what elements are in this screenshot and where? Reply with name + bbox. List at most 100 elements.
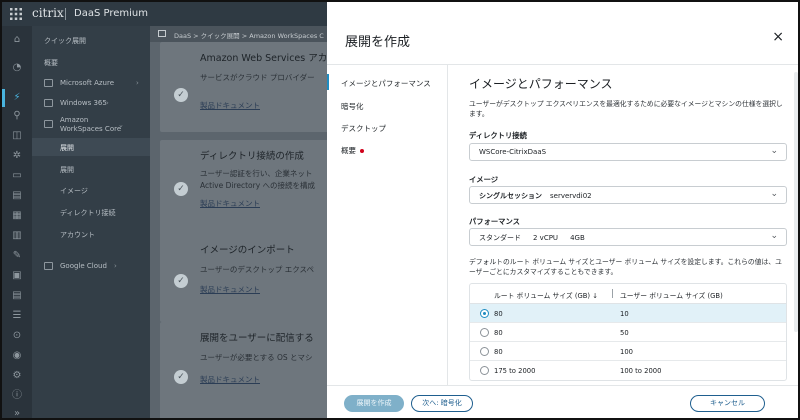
- help-icon[interactable]: ◉: [11, 350, 23, 362]
- modal-footer-divider: [327, 385, 798, 386]
- column-user-volume[interactable]: ユーザー ボリューム サイズ (GB): [620, 290, 723, 300]
- nav-aws-line2[interactable]: WorkSpaces Core: [60, 125, 121, 133]
- breadcrumb-text: DaaS > クイック展開 > Amazon WorkSpaces C: [174, 32, 324, 40]
- root-size-cell: 80: [494, 348, 503, 356]
- app-grid-icon[interactable]: [10, 8, 22, 20]
- chevron-right-icon: ›: [114, 262, 117, 270]
- directory-select[interactable]: WSCore-CitrixDaaS ⌄: [469, 143, 787, 161]
- nav-aws-line1[interactable]: Amazon: [60, 116, 88, 124]
- required-dot-icon: [360, 149, 364, 153]
- perf-tier: スタンダード: [479, 234, 521, 242]
- image-type: シングルセッション: [479, 192, 542, 200]
- home-icon[interactable]: ⌂: [11, 34, 23, 46]
- row-radio[interactable]: [480, 309, 489, 318]
- column-root-volume[interactable]: ルート ボリューム サイズ (GB) ↓: [494, 290, 598, 300]
- step-image-performance[interactable]: イメージとパフォーマンス: [341, 78, 431, 89]
- cancel-button[interactable]: キャンセル: [690, 395, 765, 412]
- google-cloud-icon: [44, 262, 53, 270]
- table-row[interactable]: 175 to 2000 100 to 2000: [470, 361, 786, 380]
- table-header: ルート ボリューム サイズ (GB) ↓ ユーザー ボリューム サイズ (GB): [470, 284, 786, 304]
- rail-active-indicator: [2, 89, 5, 107]
- apps-icon[interactable]: ▦: [11, 210, 23, 222]
- row-radio[interactable]: [480, 347, 489, 356]
- machines-icon[interactable]: ▭: [11, 170, 23, 182]
- check-icon: ✓: [174, 370, 188, 384]
- row-radio[interactable]: [480, 328, 489, 337]
- card-doc-link[interactable]: 製品ドキュメント: [200, 284, 260, 295]
- gear-icon[interactable]: ⚙: [11, 370, 23, 382]
- panel-icon: [158, 30, 166, 37]
- table-row[interactable]: 80 50: [470, 323, 786, 342]
- chevron-down-icon: ⌄: [770, 189, 778, 199]
- storage-icon[interactable]: ▤: [11, 290, 23, 302]
- card-image-import: ✓ イメージのインポート ユーザーのデスクトップ エクスペ 製品ドキュメント: [160, 234, 335, 322]
- monitor-icon[interactable]: ◫: [11, 130, 23, 142]
- active-step-indicator: [327, 74, 329, 90]
- row-radio[interactable]: [480, 366, 489, 375]
- image-value: servervdi02: [550, 192, 592, 200]
- directory-value: WSCore-CitrixDaaS: [479, 148, 547, 156]
- modal-title: 展開を作成: [345, 35, 411, 50]
- nav-azure[interactable]: Microsoft Azure: [60, 79, 114, 87]
- nav-deploy[interactable]: 展開: [60, 143, 74, 153]
- section-description: ユーザーがデスクトップ エクスペリエンスを最適化するために必要なイメージとマシン…: [469, 100, 783, 118]
- volume-size-table: ルート ボリューム サイズ (GB) ↓ ユーザー ボリューム サイズ (GB)…: [469, 283, 787, 381]
- create-deployment-button[interactable]: 展開を作成: [344, 395, 404, 412]
- step-summary-label: 概要: [341, 146, 356, 155]
- next-encryption-button[interactable]: 次へ: 暗号化: [411, 395, 473, 412]
- windows365-icon: [44, 99, 53, 107]
- app-window: citrix DaaS Premium ⌂ ◔ ⚡ ⚲ ◫ ✲ ▭ ▤ ▦ ▥ …: [0, 0, 800, 420]
- nav-quick-deploy[interactable]: クイック展開: [44, 36, 86, 46]
- expand-icon[interactable]: »: [11, 408, 23, 418]
- nav-image[interactable]: イメージ: [60, 186, 88, 196]
- card-doc-link[interactable]: 製品ドキュメント: [200, 374, 260, 385]
- table-row[interactable]: 80 100: [470, 342, 786, 361]
- policies-icon[interactable]: ▥: [11, 230, 23, 242]
- user-size-cell: 100: [620, 348, 633, 356]
- content-scrollbar[interactable]: [794, 72, 798, 332]
- info-icon[interactable]: ⓘ: [11, 390, 23, 402]
- card-desc: ユーザーのデスクトップ エクスペ: [200, 265, 314, 274]
- dashboard-icon[interactable]: ◔: [11, 62, 23, 74]
- wizard-steps: イメージとパフォーマンス 暗号化 デスクトップ 概要: [327, 65, 448, 385]
- root-size-cell: 80: [494, 329, 503, 337]
- directory-label: ディレクトリ接続: [469, 131, 527, 140]
- chevron-down-icon: ⌄: [770, 146, 778, 156]
- secondary-nav: クイック展開 概要 Microsoft Azure › Windows 365 …: [32, 26, 150, 418]
- nav-account[interactable]: アカウント: [60, 230, 95, 240]
- alert-icon[interactable]: ⊙: [11, 330, 23, 342]
- nav-overview[interactable]: 概要: [44, 58, 58, 68]
- card-title: Amazon Web Services アカウ: [200, 53, 337, 64]
- quick-deploy-icon[interactable]: ⚡: [11, 92, 23, 104]
- nav-directory[interactable]: ディレクトリ接続: [60, 208, 116, 218]
- card-desc: Active Directory への接続を構成: [200, 181, 316, 190]
- card-doc-link[interactable]: 製品ドキュメント: [200, 198, 260, 209]
- settings-icon[interactable]: ✲: [11, 150, 23, 162]
- root-size-cell: 175 to 2000: [494, 367, 536, 375]
- card-title: 展開をユーザーに配信する: [200, 333, 314, 344]
- table-row[interactable]: 80 10: [470, 304, 786, 323]
- card-desc: サービスがクラウド プロバイダー: [200, 73, 315, 82]
- nav-catalog[interactable]: 展開: [60, 165, 74, 175]
- card-doc-link[interactable]: 製品ドキュメント: [200, 100, 260, 111]
- close-icon[interactable]: ×: [772, 29, 784, 45]
- column-divider: [612, 289, 613, 298]
- create-deployment-modal: 展開を作成 × イメージとパフォーマンス 暗号化 デスクトップ 概要 イメージと…: [327, 2, 798, 418]
- step-summary[interactable]: 概要: [341, 145, 364, 156]
- icon-rail: ⌂ ◔ ⚡ ⚲ ◫ ✲ ▭ ▤ ▦ ▥ ✎ ▣ ▤ ☰ ⊙ ◉ ⚙ ⓘ »: [2, 26, 32, 418]
- product-name: DaaS Premium: [74, 8, 148, 19]
- logs-icon[interactable]: ☰: [11, 310, 23, 322]
- step-desktop[interactable]: デスクトップ: [341, 123, 386, 134]
- nav-windows365[interactable]: Windows 365: [60, 99, 107, 107]
- image-select[interactable]: シングルセッション servervdi02 ⌄: [469, 186, 787, 204]
- nav-google-cloud[interactable]: Google Cloud: [60, 262, 107, 270]
- edit-icon[interactable]: ✎: [11, 250, 23, 262]
- step-encryption[interactable]: 暗号化: [341, 101, 364, 112]
- zones-icon[interactable]: ▣: [11, 270, 23, 282]
- card-deliver: ✓ 展開をユーザーに配信する ユーザーが必要とする OS とマシ 製品ドキュメン…: [160, 322, 335, 418]
- catalog-icon[interactable]: ▤: [11, 190, 23, 202]
- user-size-cell: 100 to 2000: [620, 367, 662, 375]
- search-icon[interactable]: ⚲: [11, 110, 23, 122]
- image-label: イメージ: [469, 175, 499, 184]
- performance-select[interactable]: スタンダード 2 vCPU 4GB ⌄: [469, 228, 787, 246]
